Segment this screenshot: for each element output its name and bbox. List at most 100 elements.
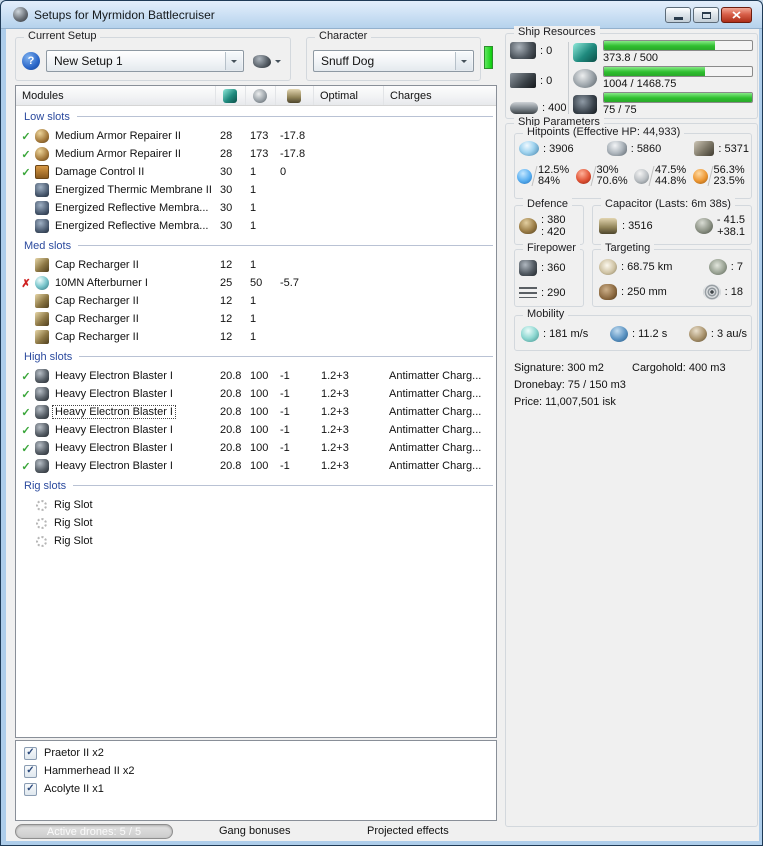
module-name: Cap Recharger II — [55, 331, 139, 343]
thermal-resist-group: 30% 70.6% — [575, 165, 635, 187]
hitpoints-group: Hitpoints (Effective HP: 44,933) : 3906 … — [514, 126, 752, 199]
drone-row[interactable]: ✓ Praetor II x2 — [16, 744, 496, 762]
kinetic-resist-values: 47.5% 44.8% — [655, 165, 686, 187]
explosive-resist-icon — [692, 168, 708, 184]
module-name-cell: Cap Recharger II — [16, 330, 216, 344]
max-velocity-value: : 181 m/s — [543, 328, 589, 340]
module-name-cell: ✓ Heavy Electron Blaster I — [16, 369, 216, 383]
drone-checkbox[interactable]: ✓ — [24, 764, 37, 778]
chevron-down-icon — [275, 60, 281, 66]
membrane-icon — [35, 183, 49, 197]
module-powergrid-value: 1 — [250, 202, 257, 214]
module-cap-value: -1 — [280, 388, 290, 400]
character-select-value: Snuff Dog — [321, 54, 375, 68]
module-powergrid-value: 1 — [250, 295, 257, 307]
defence-label: Defence — [523, 198, 572, 210]
module-row[interactable]: Energized Reflective Membra... 30 1 — [16, 199, 496, 217]
resource-bar-label: 75 / 75 — [603, 104, 637, 116]
help-icon[interactable]: ? — [22, 52, 40, 70]
sensor-strength-value: : 18 — [724, 285, 743, 298]
structure-hp-value: : 5371 — [718, 142, 749, 155]
drone-label: Hammerhead II x2 — [44, 765, 135, 777]
module-powergrid-value: 173 — [250, 148, 269, 160]
column-modules[interactable]: Modules — [16, 86, 216, 105]
module-charges-value: Antimatter Charg... — [389, 406, 482, 418]
gang-bonuses-tab[interactable]: Gang bonuses — [219, 825, 291, 837]
active-drones-tab[interactable]: Active drones: 5 / 5 — [15, 824, 173, 839]
resource-bar-fill — [604, 41, 715, 50]
module-row[interactable]: ✓ Heavy Electron Blaster I 20.8 100 -1 1.2+3 A… — [16, 403, 496, 421]
rig-slot-icon — [36, 535, 47, 547]
current-setup-group: Current Setup ? New Setup 1 — [15, 30, 291, 81]
module-powergrid-value: 100 — [250, 442, 269, 454]
module-name: Cap Recharger II — [55, 259, 139, 271]
cap-recharger-icon — [35, 312, 49, 326]
close-button[interactable] — [721, 7, 752, 23]
drone-row[interactable]: ✓ Hammerhead II x2 — [16, 762, 496, 780]
module-row[interactable]: Rig Slot — [16, 514, 496, 532]
module-row[interactable]: ✓ Heavy Electron Blaster I 20.8 100 -1 1.2+3 A… — [16, 367, 496, 385]
maximize-button[interactable] — [693, 7, 719, 23]
module-row[interactable]: ✓ Heavy Electron Blaster I 20.8 100 -1 1.2+3 A… — [16, 421, 496, 439]
module-row[interactable]: Energized Thermic Membrane II 30 1 — [16, 181, 496, 199]
projected-effects-tab[interactable]: Projected effects — [367, 825, 449, 837]
defence-repair-icon — [519, 218, 537, 234]
module-row[interactable]: ✓ Damage Control II 30 1 0 — [16, 163, 496, 181]
module-name-cell: Energized Reflective Membra... — [16, 201, 216, 215]
minimize-button[interactable] — [665, 7, 691, 23]
turret-hardpoints-icon — [510, 42, 536, 59]
setup-select[interactable]: New Setup 1 — [46, 50, 244, 72]
module-cap-value: -1 — [280, 406, 290, 418]
ship-menu-button[interactable] — [250, 53, 284, 70]
module-name: Energized Reflective Membra... — [55, 202, 209, 214]
module-powergrid-value: 100 — [250, 424, 269, 436]
module-name-cell: Cap Recharger II — [16, 312, 216, 326]
column-cpu[interactable] — [216, 86, 246, 105]
shield-icon — [519, 141, 539, 156]
column-charges[interactable]: Charges — [384, 86, 496, 105]
module-row[interactable]: ✗ 10MN Afterburner I 25 50 -5.7 — [16, 274, 496, 292]
character-select[interactable]: Snuff Dog — [313, 50, 474, 72]
module-powergrid-value: 50 — [250, 277, 263, 289]
module-row[interactable]: Cap Recharger II 12 1 — [16, 310, 496, 328]
module-name: Cap Recharger II — [55, 295, 139, 307]
module-row[interactable]: Energized Reflective Membra... 30 1 — [16, 217, 496, 235]
module-row[interactable]: ✓ Medium Armor Repairer II 28 173 -17.8 — [16, 127, 496, 145]
module-name-cell: ✓ Damage Control II — [16, 165, 216, 179]
module-row[interactable]: ✓ Heavy Electron Blaster I 20.8 100 -1 1.2+3 A… — [16, 457, 496, 475]
module-powergrid-value: 100 — [250, 388, 269, 400]
explosive-armor-resist: 23.5% — [713, 175, 745, 187]
module-optimal-value: 1.2+3 — [321, 370, 349, 382]
module-row[interactable]: Cap Recharger II 12 1 — [16, 292, 496, 310]
column-powergrid[interactable] — [246, 86, 276, 105]
status-ok-icon: ✓ — [21, 406, 31, 419]
cpu-icon — [222, 88, 237, 103]
module-optimal-value: 1.2+3 — [321, 424, 349, 436]
resource-bar — [603, 66, 753, 77]
module-powergrid-value: 1 — [250, 220, 257, 232]
module-row[interactable]: Cap Recharger II 12 1 — [16, 328, 496, 346]
drone-checkbox[interactable]: ✓ — [24, 746, 37, 760]
module-row[interactable]: ✓ Heavy Electron Blaster I 20.8 100 -1 1.2+3 A… — [16, 439, 496, 457]
column-optimal[interactable]: Optimal — [314, 86, 384, 105]
status-ok-icon: ✓ — [21, 130, 31, 143]
cap-recharger-icon — [35, 258, 49, 272]
title-bar[interactable]: Setups for Myrmidon Battlecruiser — [1, 1, 762, 29]
signature-text: Signature: 300 m2 — [514, 362, 604, 374]
module-row[interactable]: Rig Slot — [16, 496, 496, 514]
module-cpu-value: 20.8 — [220, 460, 242, 472]
module-row[interactable]: ✓ Heavy Electron Blaster I 20.8 100 -1 1.2+3 A… — [16, 385, 496, 403]
module-row[interactable]: ✓ Medium Armor Repairer II 28 173 -17.8 — [16, 145, 496, 163]
module-name-cell: ✓ Heavy Electron Blaster I — [16, 423, 216, 437]
drone-checkbox[interactable]: ✓ — [24, 782, 37, 796]
module-row[interactable]: Rig Slot — [16, 532, 496, 550]
em-resist-group: 12.5% 84% — [517, 165, 576, 187]
module-name: Rig Slot — [54, 517, 93, 529]
column-capacitor[interactable] — [276, 86, 314, 105]
launcher-hardpoints-icon — [510, 73, 536, 88]
module-row[interactable]: Cap Recharger II 12 1 — [16, 256, 496, 274]
resource-bar-fill — [604, 93, 752, 102]
launcher-hardpoints-value: : 0 — [540, 74, 553, 87]
drone-row[interactable]: ✓ Acolyte II x1 — [16, 780, 496, 798]
module-cap-value: -1 — [280, 424, 290, 436]
